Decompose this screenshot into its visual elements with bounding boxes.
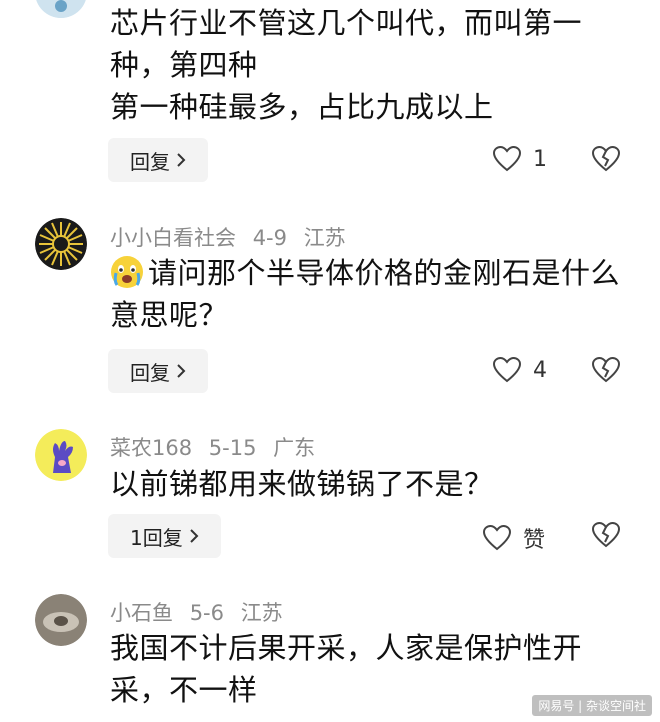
username[interactable]: 小小白看社会 — [110, 226, 236, 250]
broken-heart-icon — [591, 356, 621, 383]
comment-meta: 小小白看社会 4-9 江苏 — [110, 222, 356, 252]
comment-line: 种，第四种 — [110, 48, 258, 82]
like-button[interactable]: 4 — [493, 357, 547, 383]
comment-location: 江苏 — [303, 226, 346, 250]
like-label: 赞 — [523, 528, 546, 553]
reply-button[interactable]: 1回复 — [108, 514, 221, 558]
username[interactable]: 菜农168 — [110, 436, 192, 460]
reply-label: 1回复 — [130, 525, 183, 550]
avatar[interactable] — [35, 594, 87, 646]
heart-outline-icon — [493, 146, 521, 172]
avatar[interactable] — [35, 429, 87, 481]
comment-text: 请问那个半导体价格的金刚石是什么 意思呢？ — [110, 252, 630, 336]
like-button[interactable]: 1 — [493, 146, 547, 172]
comment-date: 5-15 — [208, 436, 257, 460]
comment-line: 芯片行业不管这几个叫代，而叫第一 — [110, 6, 583, 40]
comment-location: 广东 — [273, 436, 316, 460]
chevron-right-icon — [190, 529, 199, 543]
comment-line: 我国不计后果开采，人家是保护性开 — [110, 631, 583, 665]
reply-button[interactable]: 回复 — [108, 138, 208, 182]
comment-meta: 小石鱼 5-6 江苏 — [110, 597, 293, 627]
reply-button[interactable]: 回复 — [108, 349, 208, 393]
comment-date: 5-6 — [189, 601, 224, 625]
reply-label: 回复 — [130, 360, 170, 385]
chevron-right-icon — [177, 153, 186, 167]
username[interactable]: 小石鱼 — [110, 601, 173, 625]
crying-face-emoji — [111, 256, 143, 288]
comment-line: 请问那个半导体价格的金刚石是什么 — [110, 252, 630, 294]
dislike-button[interactable] — [591, 521, 621, 552]
dislike-button[interactable] — [591, 145, 621, 176]
chevron-right-icon — [177, 364, 186, 378]
comment-line: 以前锑都用来做锑锅了不是？ — [110, 467, 494, 501]
like-count: 4 — [533, 357, 547, 383]
avatar[interactable] — [35, 0, 87, 18]
comment-text: 以前锑都用来做锑锅了不是？ — [110, 463, 630, 505]
watermark: 网易号 | 杂谈空间社 — [532, 695, 652, 716]
reply-label: 回复 — [130, 149, 170, 174]
avatar[interactable] — [35, 218, 87, 270]
comment-text: 芯片行业不管这几个叫代，而叫第一 种，第四种 第一种硅最多，占比九成以上 — [110, 2, 630, 128]
comment-line: 意思呢？ — [110, 298, 229, 332]
comment-line-text: 请问那个半导体价格的金刚石是什么 — [148, 256, 621, 290]
dislike-button[interactable] — [591, 356, 621, 387]
comment-date: 4-9 — [252, 226, 287, 250]
heart-outline-icon — [483, 525, 511, 551]
broken-heart-icon — [591, 145, 621, 172]
heart-outline-icon — [493, 357, 521, 383]
like-button[interactable]: 赞 — [483, 522, 545, 554]
comment-meta: 菜农168 5-15 广东 — [110, 432, 325, 462]
comment-line: 第一种硅最多，占比九成以上 — [110, 90, 494, 124]
comment-location: 江苏 — [240, 601, 283, 625]
like-count: 1 — [533, 146, 547, 172]
broken-heart-icon — [591, 521, 621, 548]
